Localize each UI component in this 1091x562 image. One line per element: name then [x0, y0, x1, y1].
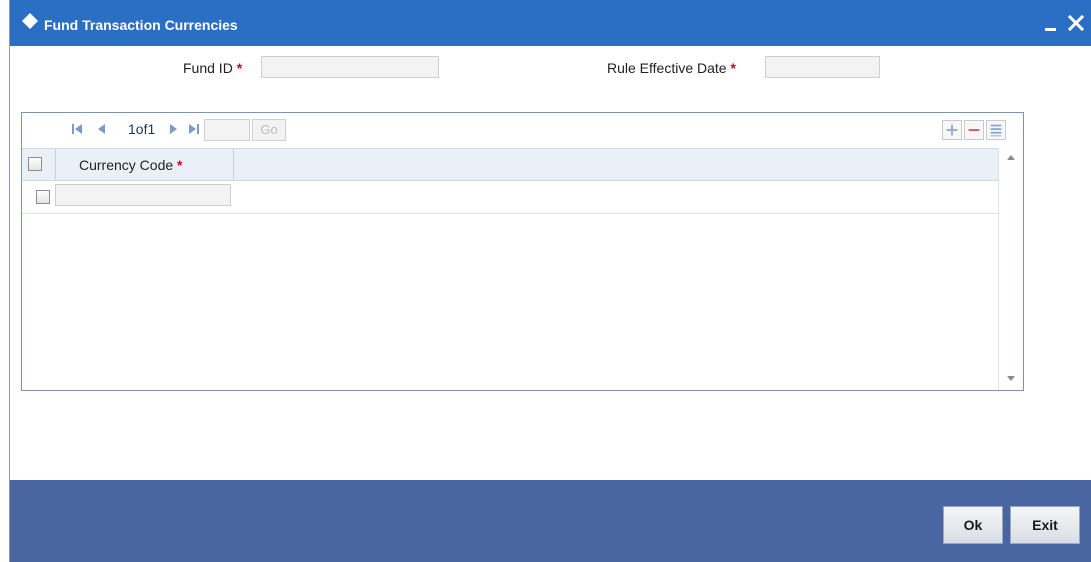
go-button[interactable]: Go [252, 119, 286, 141]
required-marker: * [730, 60, 736, 76]
required-marker: * [236, 60, 243, 76]
ok-button[interactable]: Ok [943, 506, 1003, 544]
page-number-input[interactable] [204, 119, 250, 141]
previous-page-icon[interactable] [95, 122, 109, 136]
footer-bar: Ok Exit [10, 480, 1091, 562]
select-all-checkbox[interactable] [28, 157, 42, 171]
grid-toolbar: 1of1 Go [22, 113, 1023, 148]
add-row-icon[interactable] [942, 120, 962, 140]
diamond-icon [22, 13, 38, 29]
delete-row-icon[interactable] [964, 120, 984, 140]
pager-status: 1of1 [128, 121, 156, 137]
scroll-up-icon[interactable] [1007, 155, 1015, 160]
currency-grid: 1of1 Go Currency Code * [21, 112, 1024, 391]
column-divider [233, 149, 234, 180]
window-title: Fund Transaction Currencies [44, 17, 238, 33]
last-page-icon[interactable] [187, 122, 201, 136]
title-bar: Fund Transaction Currencies [10, 0, 1091, 46]
single-record-view-icon[interactable] [986, 120, 1006, 140]
currency-code-header-text: Currency Code [79, 157, 174, 173]
close-icon[interactable] [1068, 15, 1084, 31]
minimize-icon[interactable] [1044, 19, 1058, 33]
required-marker: * [177, 157, 183, 173]
fund-id-input[interactable] [261, 56, 439, 78]
column-divider [55, 149, 56, 180]
fund-id-label: Fund ID * [183, 60, 242, 76]
row-select-checkbox[interactable] [36, 190, 50, 204]
grid-header-row: Currency Code * [22, 148, 998, 181]
table-row [22, 181, 998, 214]
rule-effective-date-label: Rule Effective Date * [607, 60, 736, 76]
first-page-icon[interactable] [70, 122, 84, 136]
fund-id-label-text: Fund ID [183, 60, 233, 76]
next-page-icon[interactable] [166, 122, 180, 136]
rule-effective-date-input[interactable] [765, 56, 880, 78]
currency-code-input[interactable] [55, 184, 231, 206]
fund-transaction-currencies-window: Fund Transaction Currencies Fund ID * Ru… [9, 0, 1091, 562]
vertical-scrollbar[interactable] [998, 148, 1023, 390]
scroll-down-icon[interactable] [1007, 376, 1015, 381]
exit-button[interactable]: Exit [1010, 506, 1080, 544]
currency-code-column-header: Currency Code * [79, 157, 183, 173]
rule-effective-date-label-text: Rule Effective Date [607, 60, 727, 76]
